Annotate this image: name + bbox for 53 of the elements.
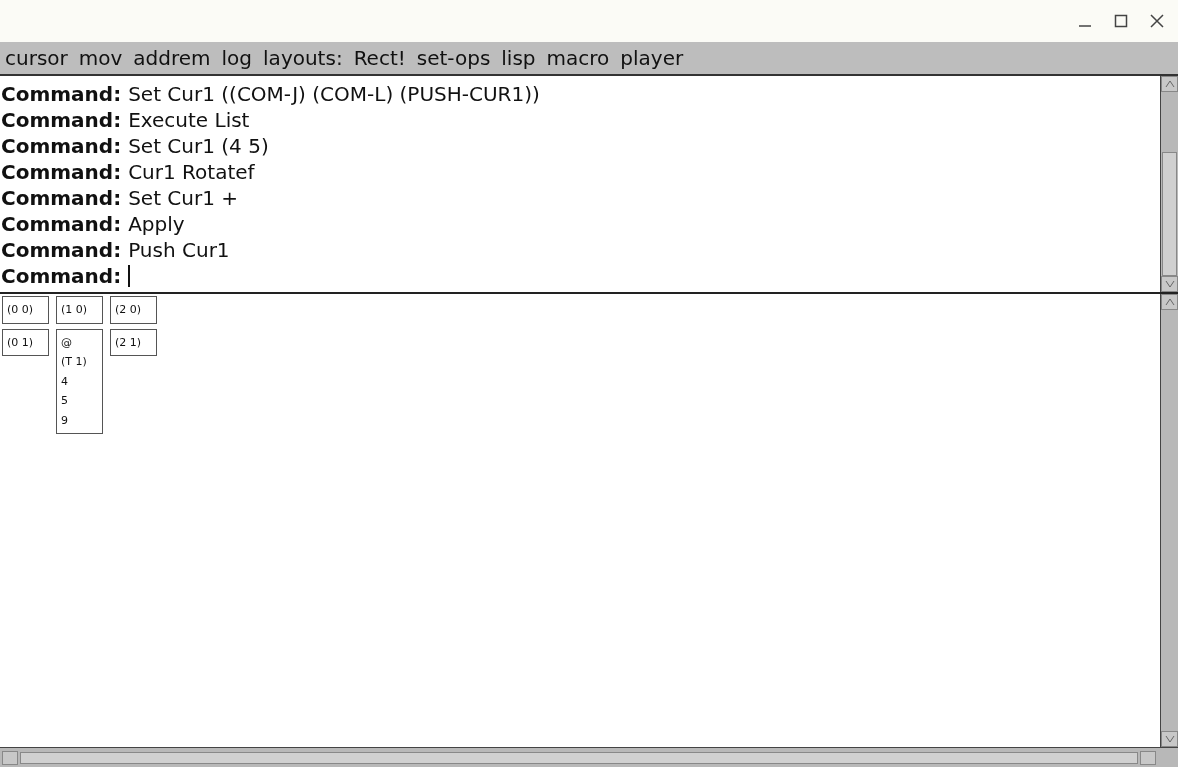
cell-text: (1 0): [61, 302, 89, 318]
command-prompt: Command:: [1, 133, 122, 159]
vertical-scrollbar[interactable]: [1160, 76, 1178, 292]
cell-text: 5: [61, 393, 69, 409]
menu-item[interactable]: set-ops: [416, 45, 491, 71]
menu-item[interactable]: macro: [546, 45, 610, 71]
menu-item[interactable]: mov: [78, 45, 123, 71]
scroll-thumb[interactable]: [20, 751, 1138, 764]
menu-item[interactable]: addrem: [133, 45, 211, 71]
vertical-scrollbar[interactable]: [1160, 294, 1178, 747]
grid-cell[interactable]: (0 0): [2, 296, 49, 324]
cell-text: @: [61, 334, 73, 351]
command-prompt: Command:: [1, 237, 122, 263]
command-text: Set Cur1 +: [128, 185, 239, 211]
command-prompt: Command:: [1, 185, 122, 211]
command-prompt: Command:: [1, 263, 122, 289]
grid-cell[interactable]: (2 1): [110, 328, 157, 356]
command-prompt: Command:: [1, 107, 122, 133]
command-text: Set Cur1 (4 5): [128, 133, 269, 159]
cell-text: 4: [61, 373, 69, 390]
text-cursor[interactable]: [128, 265, 131, 287]
scroll-up-icon[interactable]: [1161, 294, 1178, 310]
cell-text: (2 1): [115, 334, 143, 351]
maximize-icon[interactable]: [1114, 14, 1128, 28]
menu-item[interactable]: log: [221, 45, 253, 71]
grid-cell[interactable]: (0 1): [2, 328, 49, 356]
close-icon[interactable]: [1150, 14, 1164, 28]
command-text: Cur1 Rotatef: [128, 159, 255, 185]
command-prompt: Command:: [1, 211, 122, 237]
scroll-up-icon[interactable]: [1161, 76, 1178, 92]
menu-item[interactable]: player: [620, 45, 684, 71]
cell-text: (0 0): [7, 302, 35, 318]
scroll-down-icon[interactable]: [1161, 276, 1178, 292]
cell-text: (T 1): [61, 354, 88, 370]
menu-item[interactable]: Rect!: [353, 45, 406, 71]
menu-item[interactable]: lisp: [501, 45, 536, 71]
cell-text: (0 1): [7, 334, 35, 351]
grid-cell[interactable]: (1 0): [56, 296, 103, 324]
scroll-down-icon[interactable]: [1161, 731, 1178, 747]
cell-text: 9: [61, 412, 69, 429]
menu-item[interactable]: layouts:: [263, 45, 343, 71]
grid-cell[interactable]: @ (T 1) 4 5 9: [56, 328, 103, 434]
command-text: Push Cur1: [128, 237, 230, 263]
command-text: Set Cur1 ((COM-J) (COM-L) (PUSH-CUR1)): [128, 81, 540, 107]
scroll-thumb[interactable]: [1162, 152, 1177, 276]
horizontal-scrollbar[interactable]: [0, 747, 1178, 767]
cell-text: (2 0): [115, 302, 143, 318]
command-prompt: Command:: [1, 81, 122, 107]
command-prompt: Command:: [1, 159, 122, 185]
command-text: Execute List: [128, 107, 250, 133]
command-text: Apply: [128, 211, 185, 237]
menu-item[interactable]: cursor: [5, 45, 68, 71]
grid-cell[interactable]: (2 0): [110, 296, 157, 324]
